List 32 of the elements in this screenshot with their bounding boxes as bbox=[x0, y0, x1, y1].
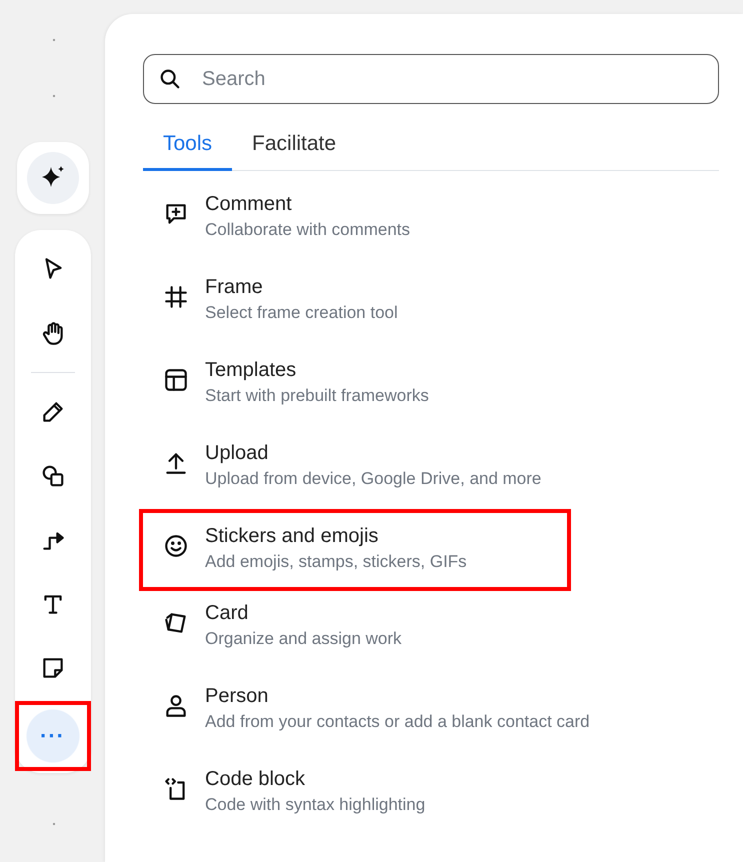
tool-list-item[interactable]: Card Organize and assign work bbox=[139, 592, 502, 674]
tool-list-item[interactable]: Frame Select frame creation tool bbox=[139, 266, 498, 348]
tab[interactable]: Tools bbox=[143, 128, 232, 171]
tool-list-item[interactable]: Comment Collaborate with comments bbox=[139, 183, 510, 265]
tool-title: Code block bbox=[205, 768, 306, 791]
tool-title: Stickers and emojis bbox=[205, 525, 380, 548]
smiley-icon bbox=[163, 533, 189, 559]
tool-title: Person bbox=[205, 685, 270, 708]
tool-description: Upload from device, Google Drive, and more bbox=[205, 469, 542, 489]
more-tools-button[interactable]: ··· bbox=[14, 701, 90, 771]
assistant-button[interactable] bbox=[26, 152, 78, 204]
tool-description: Organize and assign work bbox=[205, 629, 402, 649]
frame-icon bbox=[163, 284, 189, 310]
tool-title: Upload bbox=[205, 442, 270, 465]
tool-list-item[interactable]: Person Add from your contacts or add a blank contact card bbox=[139, 675, 690, 757]
tool-title: Comment bbox=[205, 193, 293, 216]
tool-description: Code with syntax highlighting bbox=[205, 795, 426, 815]
shapes-icon bbox=[40, 463, 66, 489]
tool-list-item[interactable]: Templates Start with prebuilt frameworks bbox=[139, 349, 529, 431]
tool-description: Select frame creation tool bbox=[205, 303, 398, 323]
template-icon bbox=[163, 367, 189, 393]
tool-list-item[interactable]: Code block Code with syntax highlighting bbox=[139, 758, 526, 840]
tool-description: Add emojis, stamps, stickers, GIFs bbox=[205, 552, 467, 572]
search-field[interactable]: Search bbox=[143, 54, 719, 104]
tool-title: Templates bbox=[205, 359, 298, 382]
tool-description: Add from your contacts or add a blank contact card bbox=[205, 712, 590, 732]
tool-description: Start with prebuilt frameworks bbox=[205, 386, 429, 406]
tab[interactable]: Facilitate bbox=[232, 128, 356, 171]
search-icon bbox=[159, 68, 181, 90]
tool-title: Frame bbox=[205, 276, 264, 299]
tool-title: Card bbox=[205, 602, 250, 625]
tool-description: Collaborate with comments bbox=[205, 220, 410, 240]
